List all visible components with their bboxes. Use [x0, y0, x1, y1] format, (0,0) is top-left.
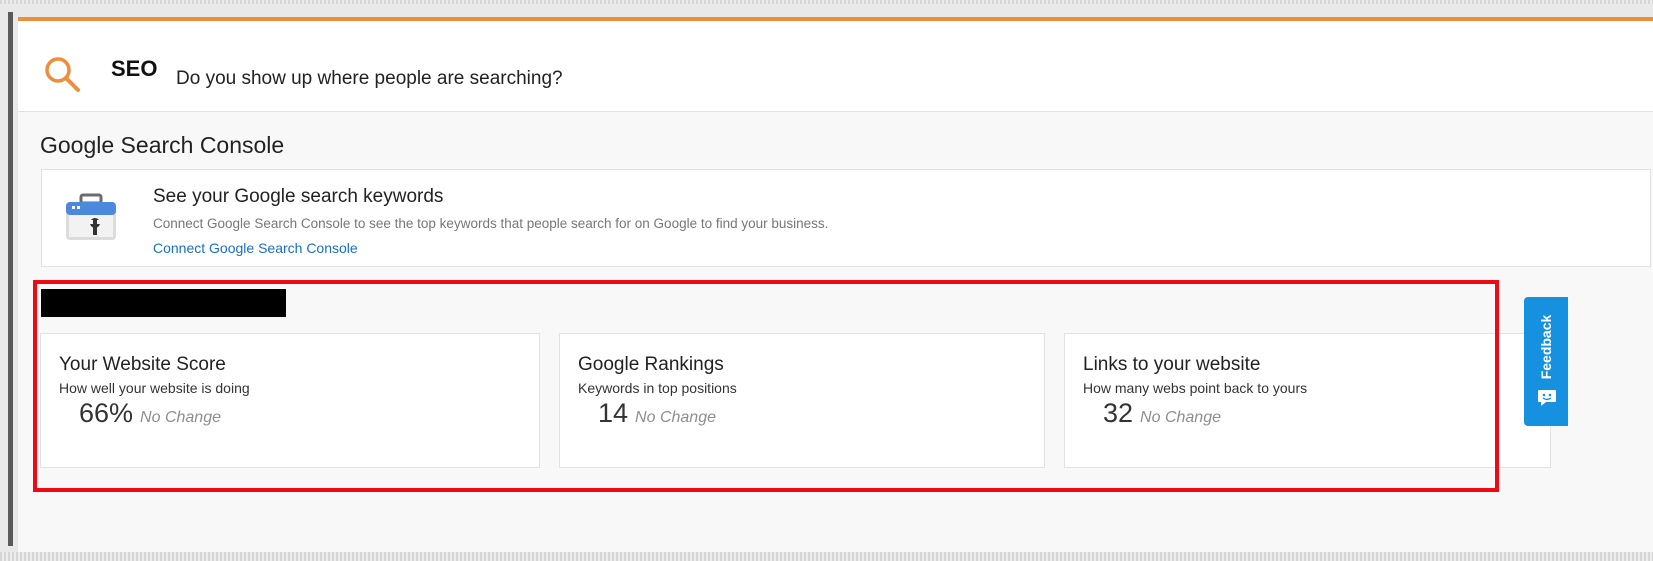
stat-description: How well your website is doing: [59, 380, 250, 396]
stat-change: No Change: [635, 409, 716, 426]
page-subtitle: Do you show up where people are searchin…: [176, 68, 563, 89]
search-console-description: Connect Google Search Console to see the…: [153, 216, 829, 231]
stat-description: How many webs point back to yours: [1083, 380, 1308, 396]
page-title: SEO: [111, 56, 158, 81]
stat-description: Keywords in top positions: [578, 380, 737, 396]
stat-value: 32: [1103, 398, 1134, 428]
search-console-card: See your Google search keywords Connect …: [41, 169, 1651, 267]
website-score-card: Your Website Score How well your website…: [40, 333, 540, 468]
search-console-toolbox-icon: [66, 193, 116, 240]
stat-title: Your Website Score: [59, 354, 226, 375]
feedback-button[interactable]: Feedback: [1524, 297, 1568, 426]
redacted-label: [41, 289, 286, 317]
stat-value-row: 66% No Change: [79, 398, 221, 429]
website-links-card: Links to your website How many webs poin…: [1064, 333, 1551, 468]
stat-value-row: 32 No Change: [1103, 398, 1221, 429]
stat-value: 66%: [79, 398, 134, 428]
bottom-border: [0, 552, 1653, 561]
stat-title: Links to your website: [1083, 354, 1261, 375]
stat-change: No Change: [1140, 409, 1221, 426]
section-title: Google Search Console: [40, 132, 285, 158]
search-icon: [45, 57, 80, 92]
feedback-label: Feedback: [1538, 314, 1554, 380]
seo-panel: SEO Do you show up where people are sear…: [18, 17, 1653, 556]
top-border: [0, 0, 1653, 4]
connect-search-console-link[interactable]: Connect Google Search Console: [153, 240, 358, 256]
google-rankings-card: Google Rankings Keywords in top position…: [559, 333, 1045, 468]
stat-title: Google Rankings: [578, 354, 724, 375]
stat-value-row: 14 No Change: [598, 398, 716, 429]
chat-icon: [1538, 390, 1556, 406]
stat-change: No Change: [140, 409, 221, 426]
stat-value: 14: [598, 398, 629, 428]
seo-header: SEO Do you show up where people are sear…: [18, 21, 1653, 112]
search-console-heading: See your Google search keywords: [153, 186, 444, 207]
left-edge-bar: [8, 12, 13, 546]
